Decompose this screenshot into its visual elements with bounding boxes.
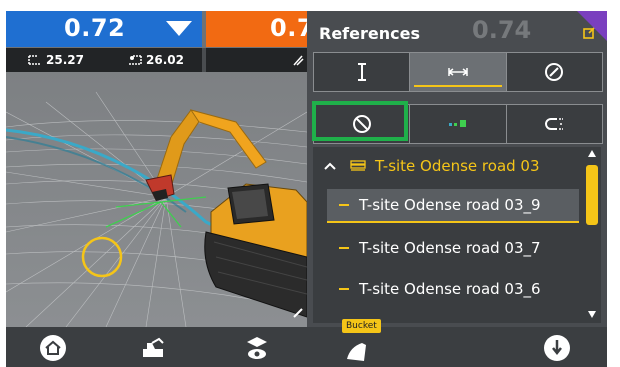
- bar-separator: [202, 48, 206, 72]
- down-triangle-icon: [166, 21, 192, 36]
- primary-metric-bar[interactable]: 0.72: [6, 11, 202, 47]
- view-button[interactable]: [242, 333, 272, 363]
- reference-mode-tabs: [313, 52, 603, 92]
- scroll-thumb: [586, 165, 598, 225]
- highlight-outline: [312, 101, 408, 141]
- tab-compass[interactable]: [507, 53, 602, 91]
- item-marker: [339, 288, 349, 290]
- info-button[interactable]: [542, 333, 572, 363]
- home-button[interactable]: [38, 333, 68, 363]
- home-icon: [40, 335, 66, 361]
- right-offset-readout: 26.02: [128, 53, 184, 67]
- scroll-down-icon: [588, 311, 596, 318]
- layers-icon: [350, 160, 366, 171]
- chevron-up-icon[interactable]: [323, 161, 337, 171]
- reference-group-label: T-site Odense road 03: [375, 157, 540, 175]
- reference-item[interactable]: T-site Odense road 03_7: [327, 231, 579, 265]
- magnet-icon: [545, 118, 564, 130]
- compass-icon: [545, 63, 564, 81]
- vertical-height-icon: [357, 63, 366, 81]
- references-panel: 0.74 References T-site Odense road 03 T-…: [307, 11, 607, 327]
- bottom-toolbar: [6, 327, 607, 367]
- secondary-metric-bar[interactable]: 0.7: [206, 11, 307, 47]
- view-icon: [247, 337, 267, 359]
- left-edge-icon: [28, 55, 41, 65]
- bucket-icon: [347, 343, 366, 361]
- primary-metric-value: 0.72: [64, 14, 126, 42]
- slope-icon: [293, 55, 304, 66]
- right-edge-icon: [129, 55, 142, 65]
- item-marker: [339, 204, 349, 206]
- edit-icon[interactable]: [583, 27, 595, 39]
- item-marker: [339, 247, 349, 249]
- list-scrollbar[interactable]: [583, 147, 601, 323]
- sub-metric-bar: 25.27 26.02: [6, 48, 307, 72]
- ghost-metric-value: 0.74: [472, 16, 532, 44]
- reference-item-label: T-site Odense road 03_7: [359, 239, 541, 257]
- machine-button[interactable]: [138, 333, 168, 363]
- tab-points[interactable]: [410, 105, 507, 143]
- left-offset-value: 25.27: [46, 53, 84, 67]
- info-icon: [544, 335, 570, 361]
- reference-list[interactable]: T-site Odense road 03 T-site Odense road…: [313, 147, 601, 323]
- secondary-metric-value: 0.7: [270, 14, 307, 42]
- reference-item[interactable]: T-site Odense road 03_9: [327, 189, 579, 223]
- panel-title: References: [319, 24, 420, 43]
- scroll-up-icon: [588, 150, 596, 157]
- bucket-button[interactable]: [342, 333, 372, 363]
- tab-vertical[interactable]: [314, 53, 411, 91]
- machine-icon: [143, 337, 164, 357]
- horizontal-width-icon: [448, 68, 468, 76]
- app-frame: 0.72 0.7 25.27 26.02 0.74 References T-s…: [6, 11, 607, 367]
- tab-horizontal[interactable]: [410, 53, 507, 91]
- reference-item-label: T-site Odense road 03_9: [359, 196, 541, 214]
- reference-item[interactable]: T-site Odense road 03_6: [327, 272, 579, 306]
- points-icon: [448, 120, 466, 127]
- bucket-tooltip: Bucket: [342, 319, 381, 333]
- tab-magnet[interactable]: [507, 105, 602, 143]
- reference-group[interactable]: T-site Odense road 03: [313, 152, 583, 180]
- 3d-scene-view[interactable]: [6, 72, 307, 327]
- right-offset-value: 26.02: [146, 53, 184, 67]
- reference-item-label: T-site Odense road 03_6: [359, 280, 541, 298]
- left-offset-readout: 25.27: [28, 53, 84, 67]
